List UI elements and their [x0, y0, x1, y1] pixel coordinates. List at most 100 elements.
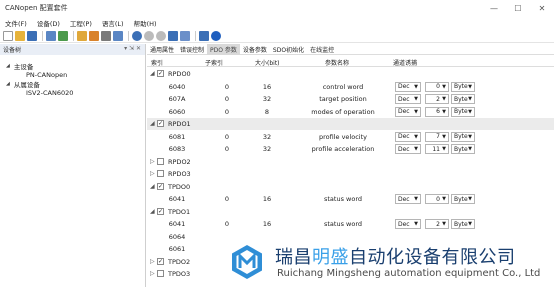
tree-node[interactable]: ◢ 从属设备 [0, 79, 145, 89]
pdo-enable-checkbox[interactable]: ✓ [157, 207, 164, 215]
pdo-entry-row[interactable]: 6083 0 32 profile acceleration Dec ▼ 11 ▼ Byte ▼ [147, 143, 554, 155]
unit-select[interactable]: Byte ▼ [451, 144, 475, 154]
offset-spinbox[interactable]: 2 ▼ [425, 94, 449, 104]
unit-select[interactable]: Byte ▼ [451, 194, 475, 204]
import-icon[interactable] [77, 30, 87, 41]
pdo-entry-row[interactable]: 6041 0 16 status word Dec ▼ 2 ▼ Byte ▼ [147, 218, 554, 230]
pdo-group-row[interactable]: ▷ RPDO3 [147, 168, 554, 180]
chevron-down-icon[interactable]: ▼ [414, 146, 418, 152]
pdo-group-row[interactable]: ◢ ✓ RPDO1 [147, 118, 554, 130]
pdo-group-row[interactable]: ◢ ✓ RPDO0 [147, 68, 554, 80]
expand-arrow-icon[interactable]: ▷ [150, 170, 155, 177]
offset-spinbox[interactable]: 6 ▼ [425, 106, 449, 117]
tab-3[interactable]: 设备参数 [240, 44, 270, 55]
tab-0[interactable]: 通用属性 [147, 44, 177, 55]
format-select[interactable]: Dec ▼ [395, 194, 421, 204]
tree-node[interactable]: ◢ 主设备 [0, 61, 145, 71]
disconnect-icon[interactable] [156, 30, 166, 41]
expand-arrow-icon[interactable]: ◢ [6, 63, 10, 69]
monitor-icon[interactable] [199, 30, 209, 41]
collapse-arrow-icon[interactable]: ◢ [150, 183, 155, 190]
settings-icon[interactable] [113, 30, 123, 41]
pdo-entry-row[interactable]: 6041 0 16 status word Dec ▼ 0 ▼ Byte ▼ [147, 193, 554, 205]
pdo-group-row[interactable]: ◢ ✓ TPDO1 [147, 206, 554, 218]
pdo-group-row[interactable]: ◢ ✓ TPDO0 [147, 181, 554, 193]
chevron-down-icon[interactable]: ▼ [468, 96, 472, 102]
chevron-down-icon[interactable]: ▼ [414, 196, 418, 202]
col-subindex[interactable]: 子索引 [205, 58, 223, 67]
pdo-group-row[interactable]: ▷ RPDO2 [147, 156, 554, 168]
stop-icon[interactable] [132, 30, 142, 41]
chevron-down-icon[interactable]: ▼ [468, 134, 472, 140]
format-select[interactable]: Dec ▼ [395, 219, 421, 229]
unit-select[interactable]: Byte ▼ [451, 219, 475, 229]
chevron-down-icon[interactable]: ▼ [414, 221, 418, 227]
expand-arrow-icon[interactable]: ▷ [150, 270, 155, 277]
menu-file[interactable]: 文件(F) [0, 18, 32, 28]
chevron-down-icon[interactable]: ▼ [468, 221, 472, 227]
chevron-down-icon[interactable]: ▼ [468, 196, 472, 202]
spin-arrows-icon[interactable]: ▼ [442, 109, 446, 115]
tab-2[interactable]: PDO 参数 [207, 43, 240, 55]
chevron-down-icon[interactable]: ▼ [414, 134, 418, 140]
download-icon[interactable] [168, 30, 178, 41]
save-icon[interactable] [27, 30, 37, 41]
tab-4[interactable]: SDO初始化 [270, 44, 307, 55]
spin-arrows-icon[interactable]: ▼ [442, 221, 446, 227]
connect-icon[interactable] [144, 30, 154, 41]
tree-node[interactable]: ISV2-CAN6020 [0, 88, 145, 97]
pdo-enable-checkbox[interactable]: ✓ [157, 182, 164, 190]
chevron-down-icon[interactable]: ▼ [414, 109, 418, 115]
expand-arrow-icon[interactable]: ▷ [150, 158, 155, 165]
format-select[interactable]: Dec ▼ [395, 81, 421, 92]
menu-project[interactable]: 工程(P) [65, 18, 97, 28]
offset-spinbox[interactable]: 11 ▼ [425, 144, 449, 154]
info-icon[interactable] [211, 30, 221, 41]
expand-arrow-icon[interactable]: ◢ [6, 81, 10, 87]
spin-arrows-icon[interactable]: ▼ [442, 134, 446, 140]
close-button[interactable]: ✕ [530, 0, 554, 16]
chevron-down-icon[interactable]: ▼ [414, 84, 418, 90]
pdo-enable-checkbox[interactable]: ✓ [157, 120, 164, 127]
tab-1[interactable]: 错误控制 [177, 44, 207, 55]
unit-select[interactable]: Byte ▼ [451, 131, 475, 142]
tools-icon[interactable] [101, 30, 111, 41]
open-folder-icon[interactable] [15, 30, 25, 41]
pdo-enable-checkbox[interactable]: ✓ [157, 70, 164, 77]
pdo-entry-row[interactable]: 6081 0 32 profile velocity Dec ▼ 7 ▼ Byte ▼ [147, 131, 554, 143]
chevron-down-icon[interactable]: ▼ [414, 96, 418, 102]
export-icon[interactable] [89, 30, 99, 41]
unit-select[interactable]: Byte ▼ [451, 81, 475, 92]
offset-spinbox[interactable]: 0 ▼ [425, 81, 449, 92]
format-select[interactable]: Dec ▼ [395, 94, 421, 104]
chevron-down-icon[interactable]: ▼ [468, 109, 472, 115]
maximize-button[interactable]: ☐ [506, 0, 530, 16]
collapse-arrow-icon[interactable]: ◢ [150, 208, 155, 215]
collapse-arrow-icon[interactable]: ◢ [150, 70, 155, 77]
format-select[interactable]: Dec ▼ [395, 144, 421, 154]
spin-arrows-icon[interactable]: ▼ [442, 96, 446, 102]
pdo-entry-row[interactable]: 6040 0 16 control word Dec ▼ 0 ▼ Byte ▼ [147, 81, 554, 93]
panel-pin-icons[interactable]: ▾ ⇲ ✕ [124, 45, 141, 52]
chevron-down-icon[interactable]: ▼ [468, 84, 472, 90]
menu-language[interactable]: 语言(L) [97, 18, 129, 28]
col-index[interactable]: 索引 [151, 58, 163, 67]
pdo-entry-row[interactable]: 6060 0 8 modes of operation Dec ▼ 6 ▼ Byte ▼ [147, 106, 554, 118]
col-channel[interactable]: 通道诱捕 [393, 58, 417, 67]
collapse-arrow-icon[interactable]: ◢ [150, 120, 155, 127]
menu-device[interactable]: 设备(D) [32, 18, 65, 28]
pdo-entry-row[interactable]: 607A 0 32 target position Dec ▼ 2 ▼ Byte ▼ [147, 93, 554, 105]
add-device-icon[interactable] [46, 30, 56, 41]
format-select[interactable]: Dec ▼ [395, 106, 421, 117]
expand-arrow-icon[interactable]: ▷ [150, 258, 155, 265]
offset-spinbox[interactable]: 2 ▼ [425, 219, 449, 229]
spin-arrows-icon[interactable]: ▼ [442, 84, 446, 90]
pdo-enable-checkbox[interactable]: ✓ [157, 257, 164, 265]
col-size[interactable]: 大小(bit) [255, 58, 280, 67]
minimize-button[interactable]: — [482, 0, 506, 16]
pdo-enable-checkbox[interactable] [157, 170, 164, 177]
unit-select[interactable]: Byte ▼ [451, 94, 475, 104]
spin-arrows-icon[interactable]: ▼ [442, 196, 446, 202]
pdo-enable-checkbox[interactable] [157, 270, 164, 277]
offset-spinbox[interactable]: 0 ▼ [425, 194, 449, 204]
